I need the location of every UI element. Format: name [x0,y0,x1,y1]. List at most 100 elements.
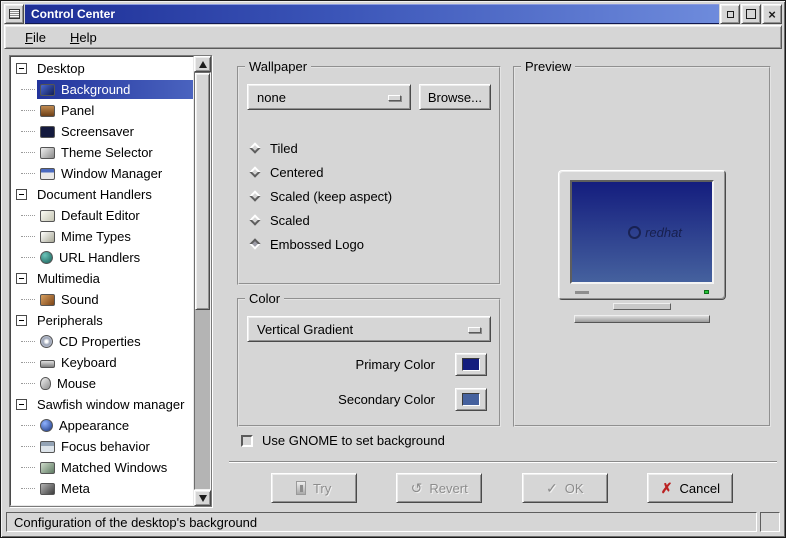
tree-item-theme-selector[interactable]: Theme Selector [11,142,193,163]
tree-item-document-handlers[interactable]: Document Handlers [11,184,193,205]
window-menu-button[interactable] [4,4,24,24]
url-handlers-icon [40,251,53,264]
background-icon [40,84,55,96]
control-center-window: Control Center × File Help Desktop [0,0,786,538]
arrow-down-icon [199,495,207,502]
status-text-area: Configuration of the desktop's backgroun… [6,512,757,532]
mouse-icon [40,377,51,390]
expander-icon[interactable] [16,63,27,74]
maximize-icon [746,9,756,19]
secondary-color-chip [462,393,480,406]
gradient-type-dropdown[interactable]: Vertical Gradient [247,316,491,342]
gradient-type-value: Vertical Gradient [257,322,353,337]
ok-button[interactable]: ✓ OK [522,473,608,503]
revert-button[interactable]: ↺ Revert [396,473,482,503]
tree-item-background[interactable]: Background [11,79,193,100]
cancel-button[interactable]: ✗ Cancel [647,473,733,503]
radio-scaled-keep-aspect[interactable]: Scaled (keep aspect) [251,184,499,208]
expander-icon[interactable] [16,315,27,326]
try-icon [296,481,306,495]
radio-centered[interactable]: Centered [251,160,499,184]
secondary-color-label: Secondary Color [338,392,435,407]
color-group: Color Vertical Gradient Primary Color Se… [237,291,501,427]
preview-legend: Preview [521,59,575,74]
wallpaper-group: Wallpaper none Browse... Tiled Centered … [237,59,501,285]
screensaver-icon [40,126,55,138]
tree-item-mime-types[interactable]: Mime Types [11,226,193,247]
focus-behavior-icon [40,441,55,453]
button-separator [229,461,777,463]
tree-item-window-manager[interactable]: Window Manager [11,163,193,184]
tree-item-default-editor[interactable]: Default Editor [11,205,193,226]
radio-tiled[interactable]: Tiled [251,136,499,160]
tree-item-url-handlers[interactable]: URL Handlers [11,247,193,268]
tree-item-appearance[interactable]: Appearance [11,415,193,436]
category-tree: Desktop Background Panel [9,55,212,507]
action-buttons: Try ↺ Revert ✓ OK ✗ Cancel [231,473,773,503]
minimize-button[interactable] [720,4,740,24]
scroll-down-button[interactable] [194,490,211,506]
theme-selector-icon [40,147,55,159]
option-menu-indicator-icon [468,327,481,333]
tree-item-keyboard[interactable]: Keyboard [11,352,193,373]
expander-icon[interactable] [16,189,27,200]
expander-icon[interactable] [16,399,27,410]
monitor-buttons-icon [575,291,589,294]
titlebar-drag-area[interactable]: Control Center [25,4,719,24]
scrollbar-trough[interactable] [194,72,211,490]
primary-color-label: Primary Color [356,357,435,372]
cancel-icon: ✗ [661,481,673,495]
tree-item-multimedia[interactable]: Multimedia [11,268,193,289]
radio-icon [249,142,260,153]
primary-color-chip [462,358,480,371]
tree-item-panel[interactable]: Panel [11,100,193,121]
radio-scaled[interactable]: Scaled [251,208,499,232]
tree-item-screensaver[interactable]: Screensaver [11,121,193,142]
tree-item-desktop[interactable]: Desktop [11,58,193,79]
wallpaper-legend: Wallpaper [245,59,311,74]
tree-scrollbar[interactable] [194,56,211,506]
close-icon: × [768,8,776,21]
scrollbar-thumb[interactable] [195,73,210,310]
minimize-icon [727,11,734,18]
use-gnome-checkbox[interactable]: Use GNOME to set background [241,433,445,448]
wallpaper-mode-radios: Tiled Centered Scaled (keep aspect) Scal… [251,136,499,256]
resize-grip[interactable] [760,512,780,532]
radio-embossed-logo[interactable]: Embossed Logo [251,232,499,256]
radio-icon [249,238,260,249]
menu-file[interactable]: File [15,28,56,47]
tree-item-mouse[interactable]: Mouse [11,373,193,394]
color-legend: Color [245,291,284,306]
tree-item-focus-behavior[interactable]: Focus behavior [11,436,193,457]
try-button[interactable]: Try [271,473,357,503]
tree-item-cd-properties[interactable]: CD Properties [11,331,193,352]
radio-icon [249,190,260,201]
preview-group: Preview redhat [513,59,771,427]
maximize-button[interactable] [741,4,761,24]
redhat-logo: redhat [602,225,682,240]
radio-icon [249,166,260,177]
scroll-up-button[interactable] [194,56,211,72]
menu-help[interactable]: Help [60,28,107,47]
sound-icon [40,294,55,306]
tree-item-meta[interactable]: Meta [11,478,193,499]
expander-icon[interactable] [16,273,27,284]
preview-monitor: redhat [558,170,726,300]
wallpaper-file-value: none [257,90,286,105]
tree-item-matched-windows[interactable]: Matched Windows [11,457,193,478]
option-menu-indicator-icon [388,95,401,101]
checkbox-icon[interactable] [241,435,253,447]
secondary-color-swatch[interactable] [455,388,487,411]
keyboard-icon [40,360,55,368]
browse-button[interactable]: Browse... [419,84,491,110]
tree-item-peripherals[interactable]: Peripherals [11,310,193,331]
primary-color-swatch[interactable] [455,353,487,376]
power-led-icon [704,290,709,294]
keyboard-bar [574,315,710,323]
default-editor-icon [40,210,55,222]
tree-item-sound[interactable]: Sound [11,289,193,310]
wallpaper-file-dropdown[interactable]: none [247,84,411,110]
close-button[interactable]: × [762,4,782,24]
menubar: File Help [4,25,782,49]
tree-item-sawfish[interactable]: Sawfish window manager [11,394,193,415]
